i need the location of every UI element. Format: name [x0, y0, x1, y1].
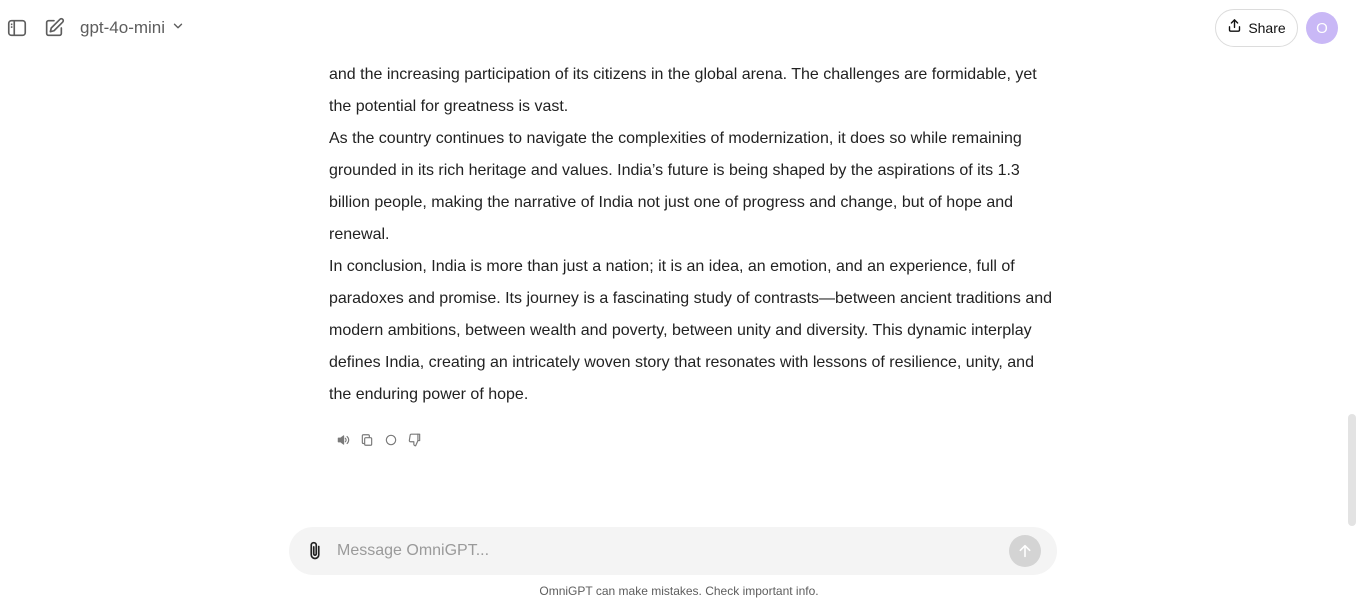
chevron-down-icon [171, 19, 185, 38]
paperclip-icon[interactable] [303, 539, 327, 563]
share-icon [1227, 18, 1242, 38]
message-input[interactable] [337, 539, 997, 563]
scrollbar-thumb[interactable] [1348, 414, 1356, 526]
model-selector[interactable]: gpt-4o-mini [80, 16, 185, 40]
copy-icon[interactable] [360, 433, 374, 447]
send-button[interactable] [1009, 535, 1041, 567]
share-label: Share [1248, 20, 1286, 36]
assistant-message: and the increasing participation of its … [329, 59, 1059, 411]
message-paragraph: As the country continues to navigate the… [329, 130, 1022, 243]
composer [289, 527, 1057, 575]
disclaimer: OmniGPT can make mistakes. Check importa… [539, 584, 819, 598]
avatar[interactable]: O [1306, 12, 1338, 44]
share-button[interactable]: Share [1215, 9, 1298, 47]
regenerate-icon[interactable] [384, 433, 398, 447]
new-chat-icon[interactable] [42, 16, 66, 40]
read-aloud-icon[interactable] [336, 433, 350, 447]
message-paragraph: In conclusion, India is more than just a… [329, 258, 1053, 403]
arrow-up-icon [1019, 544, 1031, 558]
model-name: gpt-4o-mini [80, 18, 166, 37]
message-paragraph: and the increasing participation of its … [329, 66, 1037, 115]
sidebar-icon[interactable] [5, 16, 29, 40]
top-bar: gpt-4o-mini Share O [0, 0, 1358, 56]
thumbs-down-icon[interactable] [408, 433, 422, 447]
message-actions [336, 433, 422, 447]
